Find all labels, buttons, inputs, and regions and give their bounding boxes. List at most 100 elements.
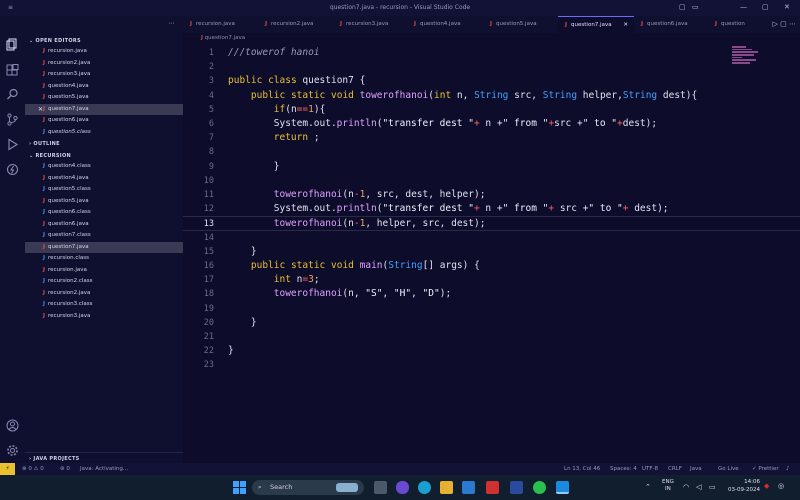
- clock[interactable]: 14:06 03-09-2024: [728, 479, 760, 494]
- file-tree-item[interactable]: Jquestion4.class: [25, 161, 183, 173]
- code-editor[interactable]: 1///towerof hanoi 2 3 public class question…: [183, 44, 800, 463]
- code-line[interactable]: 18 towerofhanoi(n, "S", "H", "D");: [183, 287, 800, 301]
- editor-actions[interactable]: ▷ ▢ ⋯: [773, 16, 796, 33]
- recursion-folder-section[interactable]: ⌄ RECURSION: [25, 150, 183, 161]
- settings-gear-icon[interactable]: [5, 444, 20, 459]
- store-icon[interactable]: [462, 481, 475, 494]
- source-control-icon[interactable]: [5, 113, 20, 128]
- layout-toggle-icon[interactable]: ▢: [679, 3, 686, 11]
- java-projects-section[interactable]: › JAVA PROJECTS: [25, 452, 183, 463]
- volume-icon[interactable]: ◁: [696, 483, 701, 491]
- close-icon[interactable]: ✕: [784, 3, 790, 11]
- extensions-icon[interactable]: [5, 64, 20, 79]
- code-line[interactable]: 12 System.out.println("transfer dest "+ …: [183, 202, 800, 216]
- problems-indicator[interactable]: ⊗ 0 ⚠ 0: [22, 463, 44, 475]
- file-tree-item[interactable]: Jrecursion2.java: [25, 288, 183, 300]
- taskbar-search[interactable]: ⌕ Search: [252, 480, 364, 495]
- file-tree-item[interactable]: Jrecursion3.java: [25, 311, 183, 323]
- outline-section[interactable]: › OUTLINE: [25, 138, 183, 149]
- open-editor-item[interactable]: Jrecursion3.java: [25, 69, 183, 81]
- wifi-icon[interactable]: ◠: [683, 483, 689, 491]
- file-tree-item[interactable]: Jquestion6.class: [25, 207, 183, 219]
- code-line[interactable]: 5 if(n==1){: [183, 103, 800, 117]
- tab-4[interactable]: Jquestion5.java: [483, 16, 558, 33]
- go-live-button[interactable]: Go Live: [718, 463, 739, 475]
- windows-start-icon[interactable]: [233, 481, 246, 494]
- task-view-icon[interactable]: [374, 481, 387, 494]
- mcafee-tray-icon[interactable]: ◆: [764, 482, 769, 490]
- panel-toggle-icon[interactable]: ▭: [692, 3, 699, 11]
- tray-chevron-icon[interactable]: ⌃: [645, 483, 651, 491]
- open-editor-item[interactable]: ✕ Jquestion7.java: [25, 103, 183, 116]
- notifications-bell-icon[interactable]: ♪: [786, 463, 790, 475]
- code-line[interactable]: 7 return ;: [183, 131, 800, 145]
- code-line[interactable]: 9 }: [183, 160, 800, 174]
- code-line[interactable]: 19: [183, 302, 800, 316]
- maximize-icon[interactable]: ▢: [762, 3, 769, 11]
- explorer-icon[interactable]: [5, 38, 20, 53]
- file-tree-item[interactable]: Jrecursion2.class: [25, 276, 183, 288]
- battery-icon[interactable]: ▭: [709, 483, 716, 491]
- code-line[interactable]: 23: [183, 358, 800, 372]
- account-icon[interactable]: [5, 419, 20, 434]
- open-editor-item[interactable]: Jquestion5.class: [25, 127, 183, 139]
- ports-indicator[interactable]: ⊛ 0: [60, 463, 70, 475]
- remote-icon[interactable]: [5, 163, 20, 178]
- open-editor-item[interactable]: Jquestion6.java: [25, 115, 183, 127]
- language-mode[interactable]: Java: [690, 463, 702, 475]
- tab-6[interactable]: Jquestion6.java: [634, 16, 708, 33]
- open-editor-item[interactable]: Jquestion5.java: [25, 92, 183, 104]
- code-line[interactable]: 21: [183, 330, 800, 344]
- code-line[interactable]: 14: [183, 231, 800, 245]
- whatsapp-icon[interactable]: [533, 481, 546, 494]
- open-editor-item[interactable]: Jquestion4.java: [25, 81, 183, 93]
- code-line[interactable]: 2: [183, 60, 800, 74]
- file-explorer-icon[interactable]: [440, 481, 453, 494]
- tab-5[interactable]: Jquestion7.java ✕: [558, 16, 634, 33]
- edge-browser-icon[interactable]: [418, 481, 431, 494]
- more-actions-icon[interactable]: ⋯: [169, 20, 176, 27]
- code-line[interactable]: 13 towerofhanoi(n-1, helper, src, dest);: [183, 216, 800, 231]
- close-tab-icon[interactable]: ✕: [623, 17, 628, 34]
- code-line[interactable]: 3 public class question7 {: [183, 74, 800, 88]
- open-editors-section[interactable]: ⌄ OPEN EDITORS: [25, 35, 183, 46]
- copilot-icon[interactable]: [396, 481, 409, 494]
- vscode-taskbar-icon[interactable]: [556, 481, 569, 494]
- search-icon[interactable]: [5, 88, 20, 103]
- code-line[interactable]: 4 public static void towerofhanoi(int n,…: [183, 89, 800, 103]
- mcafee-icon[interactable]: [486, 481, 499, 494]
- code-line[interactable]: 10: [183, 174, 800, 188]
- code-line[interactable]: 20 }: [183, 316, 800, 330]
- tab-0[interactable]: Jrecursion.java: [183, 16, 258, 33]
- line-ending[interactable]: CRLF: [668, 463, 682, 475]
- java-status[interactable]: Java: Activating...: [80, 463, 128, 475]
- file-tree-item[interactable]: Jquestion5.java: [25, 196, 183, 208]
- run-debug-icon[interactable]: [5, 138, 20, 153]
- file-tree-item[interactable]: Jrecursion3.class: [25, 299, 183, 311]
- tab-3[interactable]: Jquestion4.java: [407, 16, 483, 33]
- code-line[interactable]: 6 System.out.println("transfer dest "+ n…: [183, 117, 800, 131]
- prettier-status[interactable]: ✓ Prettier: [752, 463, 779, 475]
- code-line[interactable]: 17 int n=3;: [183, 273, 800, 287]
- minimap[interactable]: [732, 46, 760, 70]
- code-line[interactable]: 16 public static void main(String[] args…: [183, 259, 800, 273]
- code-line[interactable]: 15 }: [183, 245, 800, 259]
- file-tree-item[interactable]: Jquestion4.java: [25, 173, 183, 185]
- file-tree-item[interactable]: Jquestion6.java: [25, 219, 183, 231]
- notification-icon[interactable]: ◎: [778, 482, 784, 490]
- photos-icon[interactable]: [510, 481, 523, 494]
- open-editor-item[interactable]: Jrecursion.java: [25, 46, 183, 58]
- file-tree-item[interactable]: Jquestion7.java: [25, 241, 183, 253]
- language-indicator[interactable]: ENG IN: [662, 479, 674, 493]
- minimize-icon[interactable]: —: [740, 3, 747, 11]
- cursor-position[interactable]: Ln 13, Col 46: [564, 463, 600, 475]
- file-tree-item[interactable]: Jquestion7.class: [25, 230, 183, 242]
- file-tree-item[interactable]: Jrecursion.class: [25, 253, 183, 265]
- open-editor-item[interactable]: Jrecursion2.java: [25, 58, 183, 70]
- tab-2[interactable]: Jrecursion3.java: [333, 16, 407, 33]
- file-tree-item[interactable]: Jquestion5.class: [25, 184, 183, 196]
- close-editor-icon[interactable]: ✕: [38, 104, 43, 116]
- tab-1[interactable]: Jrecursion2.java: [258, 16, 333, 33]
- code-line[interactable]: 1 ///towerof hanoi: [183, 46, 800, 60]
- code-line[interactable]: 8: [183, 145, 800, 159]
